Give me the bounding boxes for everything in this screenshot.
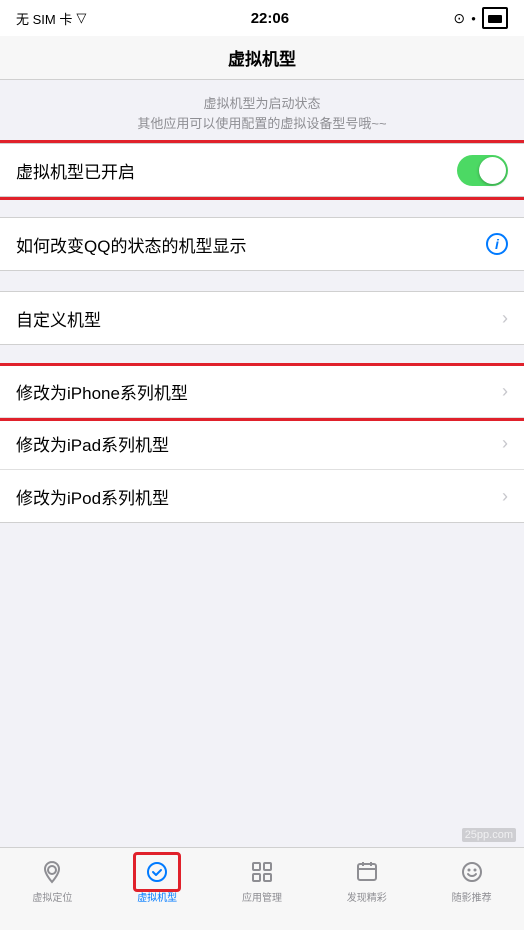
tab-recommend-icon bbox=[458, 858, 486, 886]
device-section: 修改为iPhone系列机型 › 修改为iPad系列机型 › 修改为iPod系列机… bbox=[0, 365, 524, 523]
gap-2 bbox=[0, 271, 524, 291]
main-content: 虚拟机型为启动状态 其他应用可以使用配置的虚拟设备型号哦~~ 虚拟机型已开启 如… bbox=[0, 80, 524, 847]
toggle-row[interactable]: 虚拟机型已开启 bbox=[0, 144, 524, 196]
custom-model-row[interactable]: 自定义机型 › bbox=[0, 292, 524, 344]
ipad-label: 修改为iPad系列机型 bbox=[16, 431, 169, 456]
signal-icon: ▽ bbox=[76, 10, 86, 26]
ipad-row[interactable]: 修改为iPad系列机型 › bbox=[0, 418, 524, 470]
status-time: 22:06 bbox=[251, 10, 289, 27]
ipod-label: 修改为iPod系列机型 bbox=[16, 484, 169, 509]
tab-bar: 虚拟定位 虚拟机型 应用管理 bbox=[0, 847, 524, 930]
info-section: 如何改变QQ的状态的机型显示 i bbox=[0, 217, 524, 271]
ipod-row[interactable]: 修改为iPod系列机型 › bbox=[0, 470, 524, 522]
tab-model-active-box bbox=[143, 858, 171, 886]
gap-3 bbox=[0, 345, 524, 365]
virtual-model-toggle[interactable] bbox=[457, 155, 508, 186]
toggle-label: 虚拟机型已开启 bbox=[16, 158, 135, 183]
description-line1: 虚拟机型为启动状态 bbox=[20, 94, 504, 114]
tab-app-label: 应用管理 bbox=[242, 889, 282, 904]
battery-icon bbox=[482, 7, 508, 29]
tab-virtual-model[interactable]: 虚拟机型 bbox=[105, 854, 210, 908]
alarm-icon: ⊙ bbox=[453, 10, 465, 27]
tab-app-manage[interactable]: 应用管理 bbox=[210, 854, 315, 908]
ipad-chevron: › bbox=[502, 433, 508, 454]
description-line2: 其他应用可以使用配置的虚拟设备型号哦~~ bbox=[20, 114, 504, 134]
tab-model-icon bbox=[143, 858, 171, 886]
toggle-section: 虚拟机型已开启 bbox=[0, 143, 524, 197]
status-left: 无 SIM 卡 ▽ bbox=[16, 9, 86, 28]
iphone-label: 修改为iPhone系列机型 bbox=[16, 379, 188, 404]
tab-location-label: 虚拟定位 bbox=[32, 889, 72, 904]
tab-discovery-label: 发现精彩 bbox=[347, 889, 387, 904]
custom-section: 自定义机型 › bbox=[0, 291, 524, 345]
watermark: 25pp.com bbox=[462, 828, 516, 842]
tab-discovery[interactable]: 发现精彩 bbox=[314, 854, 419, 908]
ipod-chevron: › bbox=[502, 486, 508, 507]
tab-app-icon bbox=[248, 858, 276, 886]
status-bar: 无 SIM 卡 ▽ 22:06 ⊙ ● bbox=[0, 0, 524, 36]
tab-recommend[interactable]: 随影推荐 bbox=[419, 854, 524, 908]
custom-model-chevron: › bbox=[502, 308, 508, 329]
nav-bar: 虚拟机型 bbox=[0, 36, 524, 80]
gap-1 bbox=[0, 197, 524, 217]
nav-title: 虚拟机型 bbox=[228, 45, 296, 70]
dot-icon: ● bbox=[471, 14, 476, 23]
description-area: 虚拟机型为启动状态 其他应用可以使用配置的虚拟设备型号哦~~ bbox=[0, 80, 524, 143]
iphone-chevron: › bbox=[502, 381, 508, 402]
info-row[interactable]: 如何改变QQ的状态的机型显示 i bbox=[0, 218, 524, 270]
tab-location-icon bbox=[38, 858, 66, 886]
tab-recommend-label: 随影推荐 bbox=[452, 889, 492, 904]
info-label: 如何改变QQ的状态的机型显示 bbox=[16, 232, 246, 257]
custom-model-label: 自定义机型 bbox=[16, 306, 101, 331]
no-sim-text: 无 SIM 卡 bbox=[16, 9, 72, 28]
toggle-knob bbox=[479, 157, 506, 184]
status-right: ⊙ ● bbox=[453, 7, 508, 29]
info-icon[interactable]: i bbox=[486, 233, 508, 255]
iphone-row[interactable]: 修改为iPhone系列机型 › bbox=[0, 366, 524, 418]
tab-discovery-icon bbox=[353, 858, 381, 886]
tab-virtual-location[interactable]: 虚拟定位 bbox=[0, 854, 105, 908]
